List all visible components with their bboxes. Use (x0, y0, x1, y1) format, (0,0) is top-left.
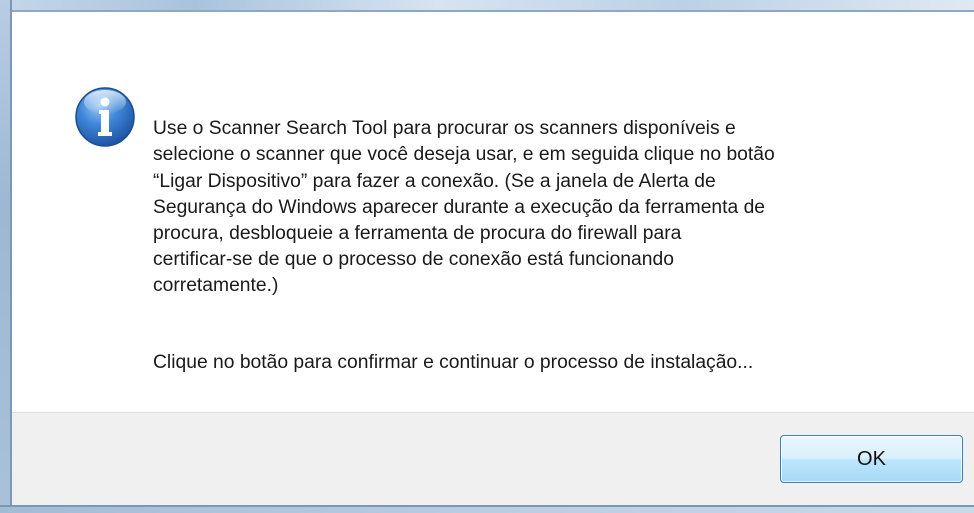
dialog-content: Use o Scanner Search Tool para procurar … (12, 12, 974, 412)
dialog-message: Use o Scanner Search Tool para procurar … (153, 90, 953, 402)
window-bottom-border (0, 505, 974, 513)
window-top-border (0, 0, 974, 12)
info-icon (75, 87, 135, 147)
message-paragraph-1: Use o Scanner Search Tool para procurar … (153, 118, 775, 297)
message-dialog: Use o Scanner Search Tool para procurar … (0, 0, 974, 513)
ok-button[interactable]: OK (780, 435, 963, 483)
window-left-border (0, 0, 12, 513)
message-paragraph-2: Clique no botão para confirmar e continu… (153, 351, 754, 373)
dialog-footer: OK (12, 412, 974, 505)
